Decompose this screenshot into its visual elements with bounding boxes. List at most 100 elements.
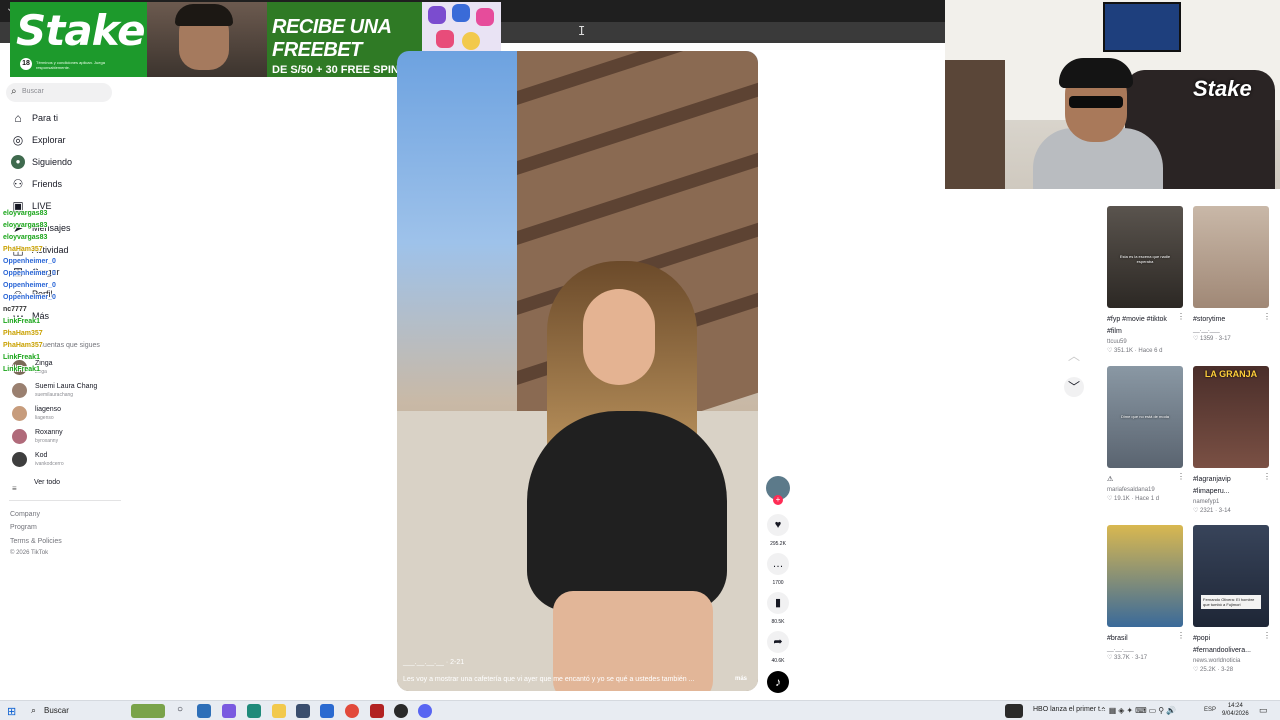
previous-video-chevron-up-icon[interactable]: ︿ — [1064, 346, 1084, 366]
app-icon[interactable] — [370, 704, 384, 718]
video-author[interactable]: mariafesaldana19 — [1107, 487, 1183, 493]
footer-link-company[interactable]: Company — [10, 511, 40, 518]
bookmark-icon[interactable]: ▮ — [767, 592, 789, 614]
store-icon[interactable] — [296, 704, 310, 718]
search-input[interactable]: ⌕ Buscar — [6, 83, 112, 102]
video-stats: ♡ 1359 · 3-17 — [1193, 336, 1231, 342]
nav-item-siguiendo[interactable]: ● Siguiendo — [11, 153, 72, 171]
video-thumbnail[interactable]: Dime que no está de moda — [1107, 366, 1183, 468]
notification-icon[interactable]: ▭ — [1259, 705, 1268, 716]
footer-link-terms[interactable]: Terms & Policies — [10, 538, 62, 545]
video-author[interactable]: ttcuu59 — [1107, 339, 1183, 345]
more-options-icon[interactable]: ⋮ — [1263, 631, 1271, 640]
post-date: 3-17 — [1135, 655, 1148, 661]
clock-date: 9/04/2026 — [1222, 711, 1249, 717]
discord-icon[interactable] — [418, 704, 432, 718]
task-view-icon[interactable]: ○ — [173, 704, 187, 718]
video-author[interactable]: news.worldnoticia — [1193, 658, 1269, 664]
copilot-icon[interactable] — [222, 704, 236, 718]
video-author[interactable]: __.__.___ — [1193, 327, 1269, 333]
account-handle: ivankodcerro — [35, 461, 64, 467]
video-description[interactable]: #storytime — [1193, 314, 1263, 326]
news-widget[interactable]: HBO lanza el primer t... — [1033, 706, 1106, 713]
video-description[interactable]: #lagranjavip #limaperu... — [1193, 474, 1263, 498]
video-thumbnail[interactable] — [1193, 206, 1269, 308]
video-description[interactable]: #fyp #movie #tiktok #film — [1107, 314, 1177, 338]
recommended-video-card[interactable]: Dime que no está de moda ⋮ ⚠ mariafesald… — [1107, 366, 1185, 502]
save-action[interactable]: ▮ 80.5K — [764, 592, 792, 625]
news-thumbnail-icon[interactable] — [1005, 704, 1023, 718]
chat-username: Oppenheimer_0 — [3, 282, 56, 289]
thumbnail-text: Esta es la escena que nadie esperaba — [1119, 254, 1171, 264]
like-count: 295.2K — [770, 541, 786, 547]
edge-icon[interactable] — [247, 704, 261, 718]
thumbnail-text: Fernando Olivera: El hombre que tumbó a … — [1201, 595, 1261, 609]
more-options-icon[interactable]: ⋮ — [1177, 472, 1185, 481]
like-action[interactable]: ♥ 295.2K — [764, 514, 792, 547]
video-description[interactable]: ⚠ — [1107, 474, 1177, 486]
chat-username: LinkFreak1 — [3, 354, 40, 361]
thumbnail-text: Dime que no está de moda — [1120, 414, 1170, 419]
recommended-video-card[interactable]: Esta es la escena que nadie esperaba ⋮ #… — [1107, 206, 1185, 354]
following-heading: Cuentas que sigues — [38, 342, 100, 349]
footer-link-program[interactable]: Program — [10, 524, 37, 531]
nav-item-para-ti[interactable]: ⌂ Para ti — [11, 109, 58, 127]
video-stats: ♡ 25.2K · 3-28 — [1193, 667, 1234, 673]
tiktok-music-icon[interactable]: ♪ — [767, 671, 789, 693]
heart-icon[interactable]: ♥ — [767, 514, 789, 536]
system-tray-icons[interactable]: ⌃▦◈✦⌨▭⚲🔊 — [1100, 706, 1178, 715]
obs-icon[interactable] — [394, 704, 408, 718]
nav-item-explorar[interactable]: ◎ Explorar — [11, 131, 66, 149]
video-thumbnail[interactable]: Fernando Olivera: El hombre que tumbó a … — [1193, 525, 1269, 627]
more-options-icon[interactable]: ⋮ — [1177, 312, 1185, 321]
more-options-icon[interactable]: ⋮ — [1177, 631, 1185, 640]
more-options-icon[interactable]: ⋮ — [1263, 312, 1271, 321]
video-player[interactable]: ___.__.__.__ · 2-21 Les voy a mostrar un… — [397, 51, 758, 691]
video-description[interactable]: #popi #fernandoolivera... — [1193, 633, 1263, 657]
recommended-video-card[interactable]: ⋮ #brasil __.__.___ ♡ 33.7K · 3-17 — [1107, 525, 1185, 661]
video-thumbnail[interactable] — [1107, 525, 1183, 627]
following-icon: ● — [11, 155, 25, 169]
share-action[interactable]: ➦ 40.6K — [764, 631, 792, 664]
windows-start-icon[interactable]: ⊞ — [7, 705, 16, 718]
video-thumbnail[interactable]: Esta es la escena que nadie esperaba — [1107, 206, 1183, 308]
video-author[interactable]: __.__.___ — [1107, 646, 1183, 652]
taskbar-search[interactable]: Buscar — [44, 706, 69, 715]
video-stats: ♡ 2321 · 3-14 — [1193, 508, 1231, 514]
video-stats: ♡ 19.1K · Hace 1 d — [1107, 496, 1160, 502]
video-author[interactable]: ___.__.__.__ — [403, 659, 444, 666]
chat-username: Oppenheimer_0 — [3, 258, 56, 265]
recommended-video-card[interactable]: LA GRANJA ⋮ #lagranjavip #limaperu... na… — [1193, 366, 1271, 514]
language-indicator[interactable]: ESP — [1204, 707, 1216, 713]
chat-username: PhaHam357 — [3, 246, 43, 253]
chrome-icon[interactable] — [345, 704, 359, 718]
caption-more-button[interactable]: más — [735, 676, 747, 682]
account-handle: suemilaurachang — [35, 392, 74, 398]
share-icon[interactable]: ➦ — [767, 631, 789, 653]
clock-time: 14:24 — [1227, 703, 1243, 709]
clock[interactable]: 14:24 9/04/2026 — [1222, 702, 1249, 718]
see-all-link[interactable]: ≡ Ver todo — [12, 478, 60, 496]
video-thumbnail[interactable]: LA GRANJA — [1193, 366, 1269, 468]
search-icon[interactable]: ⌕ — [31, 705, 36, 716]
video-description[interactable]: #brasil — [1107, 633, 1177, 645]
file-explorer-icon[interactable] — [272, 704, 286, 718]
post-date: 3-28 — [1221, 667, 1234, 673]
more-options-icon[interactable]: ⋮ — [1263, 472, 1271, 481]
video-author[interactable]: namefyp1 — [1193, 499, 1269, 505]
recommended-video-card[interactable]: ⋮ #storytime __.__.___ ♡ 1359 · 3-17 — [1193, 206, 1271, 342]
like-count: 25.2K — [1200, 667, 1216, 673]
comment-action[interactable]: … 1700 — [764, 553, 792, 586]
follow-plus-icon[interactable]: + — [773, 495, 783, 505]
copyright: © 2026 TikTok — [10, 550, 49, 556]
widget-landscape-icon[interactable] — [131, 704, 165, 718]
nav-item-friends[interactable]: ⚇ Friends — [11, 175, 62, 193]
comment-icon[interactable]: … — [767, 553, 789, 575]
like-count: 351.1K — [1114, 348, 1134, 354]
next-video-chevron-down-icon[interactable]: ﹀ — [1064, 377, 1084, 397]
recommended-video-card[interactable]: Fernando Olivera: El hombre que tumbó a … — [1193, 525, 1271, 673]
app-icon[interactable] — [197, 704, 211, 718]
account-name: Suemi Laura Chang — [35, 383, 98, 390]
mail-icon[interactable] — [320, 704, 334, 718]
account-name: Kod — [35, 452, 48, 459]
